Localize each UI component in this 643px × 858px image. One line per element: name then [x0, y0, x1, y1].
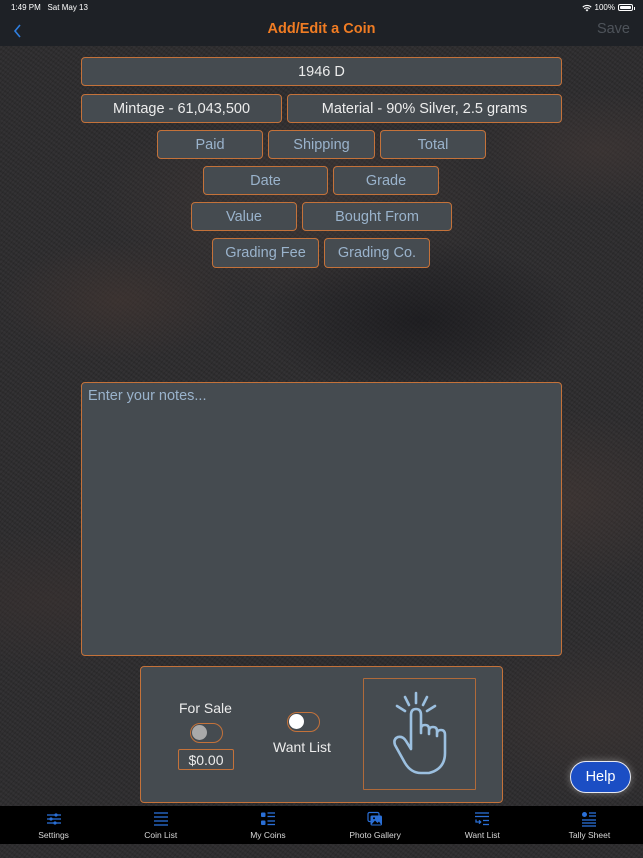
tab-label: Tally Sheet	[568, 830, 611, 840]
tab-coin-list[interactable]: Coin List	[107, 806, 214, 844]
bought-from-field[interactable]: Bought From	[302, 202, 452, 231]
tab-settings[interactable]: Settings	[0, 806, 107, 844]
notes-placeholder: Enter your notes...	[88, 388, 207, 404]
sale-price-field[interactable]: $0.00	[178, 749, 234, 770]
want-list-label: Want List	[273, 739, 331, 755]
notes-textarea[interactable]: Enter your notes...	[81, 382, 562, 656]
want-list-toggle[interactable]	[287, 712, 320, 732]
nav-bar: Add/Edit a Coin Save	[0, 16, 643, 46]
add-photo-button[interactable]	[363, 678, 476, 790]
save-button[interactable]: Save	[597, 21, 630, 37]
tab-tally-sheet[interactable]: Tally Sheet	[536, 806, 643, 844]
grading-co-field[interactable]: Grading Co.	[324, 238, 430, 268]
want-list-toggle-knob	[289, 714, 304, 729]
tab-bar: Settings Coin List My Coins Photo Galler…	[0, 806, 643, 844]
status-bar: 1:49 PM Sat May 13 100%	[0, 0, 643, 16]
for-sale-toggle[interactable]	[190, 723, 223, 743]
tab-photo-gallery[interactable]: Photo Gallery	[322, 806, 429, 844]
tab-label: My Coins	[250, 830, 286, 840]
coin-name-field[interactable]: 1946 D	[81, 57, 562, 86]
material-field[interactable]: Material - 90% Silver, 2.5 grams	[287, 94, 562, 123]
tab-label: Want List	[464, 830, 500, 840]
tab-label: Settings	[38, 830, 69, 840]
help-button[interactable]: Help	[570, 761, 631, 793]
bullet-list-icon	[260, 812, 275, 826]
sale-options-panel: For Sale $0.00 Want List	[140, 666, 503, 803]
status-time: 1:49 PM Sat May 13	[11, 3, 88, 12]
tab-want-list[interactable]: Want List	[429, 806, 536, 844]
battery-icon	[618, 4, 635, 11]
paid-field[interactable]: Paid	[157, 130, 263, 159]
total-field[interactable]: Total	[380, 130, 486, 159]
mintage-field[interactable]: Mintage - 61,043,500	[81, 94, 282, 123]
tap-hand-icon	[392, 691, 446, 775]
list-icon	[153, 812, 168, 826]
photo-gallery-icon	[367, 811, 383, 826]
for-sale-label: For Sale	[179, 700, 232, 716]
grade-field[interactable]: Grade	[333, 166, 439, 195]
tab-label: Coin List	[144, 830, 178, 840]
status-right: 100%	[581, 3, 635, 12]
page-title: Add/Edit a Coin	[267, 21, 376, 37]
grading-fee-field[interactable]: Grading Fee	[212, 238, 319, 268]
battery-percent: 100%	[594, 3, 615, 12]
tab-my-coins[interactable]: My Coins	[214, 806, 321, 844]
value-field[interactable]: Value	[191, 202, 297, 231]
date-field[interactable]: Date	[203, 166, 328, 195]
shipping-field[interactable]: Shipping	[268, 130, 375, 159]
tally-sheet-icon	[582, 812, 597, 827]
want-list-icon	[475, 812, 490, 826]
tab-label: Photo Gallery	[349, 830, 401, 840]
for-sale-toggle-knob	[192, 725, 207, 740]
wifi-icon	[581, 4, 592, 11]
sliders-icon	[46, 813, 61, 825]
